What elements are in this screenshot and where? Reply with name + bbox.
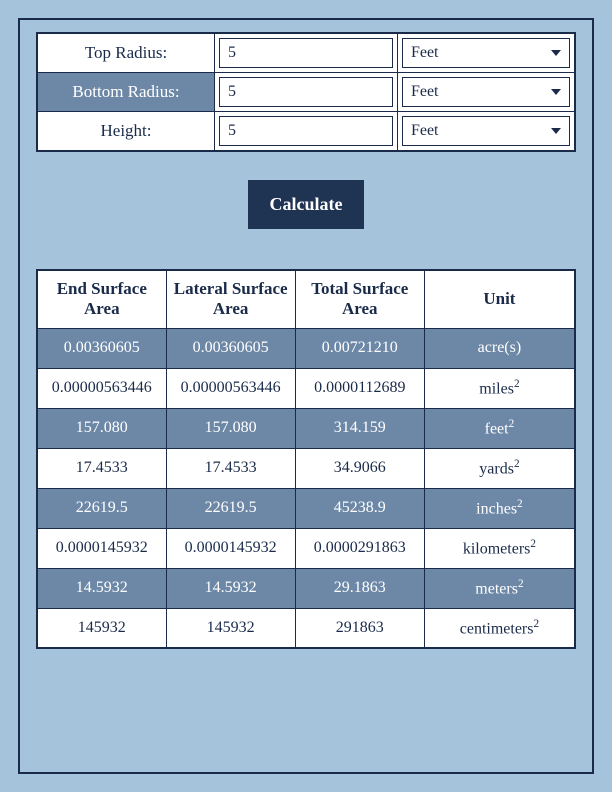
result-cell: 29.1863 xyxy=(295,568,424,608)
header-lateral-surface: Lateral Surface Area xyxy=(166,270,295,328)
unit-cell: miles2 xyxy=(424,368,575,408)
form-input-cell xyxy=(215,33,398,73)
unit-select[interactable]: Feet xyxy=(402,116,570,146)
unit-cell: meters2 xyxy=(424,568,575,608)
header-end-surface: End Surface Area xyxy=(37,270,166,328)
result-cell: 34.9066 xyxy=(295,448,424,488)
table-row: 157.080157.080314.159feet2 xyxy=(37,408,575,448)
result-cell: 0.00000563446 xyxy=(166,368,295,408)
exponent: 2 xyxy=(517,498,523,510)
exponent: 2 xyxy=(509,418,515,430)
value-input[interactable] xyxy=(219,38,393,68)
result-cell: 0.000029186​3 xyxy=(295,528,424,568)
header-unit: Unit xyxy=(424,270,575,328)
result-cell: 0.00721210 xyxy=(295,328,424,368)
result-cell: 314.159 xyxy=(295,408,424,448)
result-cell: 0.00360605 xyxy=(166,328,295,368)
result-cell: 45238.9 xyxy=(295,488,424,528)
table-row: 145932145932291863centimeters2 xyxy=(37,608,575,648)
table-row: 22619.522619.545238.9inches2 xyxy=(37,488,575,528)
form-input-cell xyxy=(215,112,398,152)
result-cell: 22619.5 xyxy=(37,488,166,528)
result-cell: 291863 xyxy=(295,608,424,648)
exponent: 2 xyxy=(514,378,520,390)
form-label: Top Radius: xyxy=(37,33,215,73)
result-cell: 22619.5 xyxy=(166,488,295,528)
result-cell: 157.080 xyxy=(37,408,166,448)
result-cell: 145932 xyxy=(37,608,166,648)
form-label: Bottom Radius: xyxy=(37,73,215,112)
unit-cell: centimeters2 xyxy=(424,608,575,648)
table-row: 0.000005634460.000005634460.0000112689mi… xyxy=(37,368,575,408)
form-unit-cell: Feet xyxy=(397,112,575,152)
table-row: 14.593214.593229.1863meters2 xyxy=(37,568,575,608)
result-cell: 0.00360605 xyxy=(37,328,166,368)
chevron-down-icon xyxy=(551,89,561,95)
unit-select-value: Feet xyxy=(411,83,439,101)
unit-cell: inches2 xyxy=(424,488,575,528)
unit-select[interactable]: Feet xyxy=(402,77,570,107)
unit-cell: yards2 xyxy=(424,448,575,488)
value-input[interactable] xyxy=(219,116,393,146)
header-total-surface: Total Surface Area xyxy=(295,270,424,328)
result-cell: 0.0000112689 xyxy=(295,368,424,408)
result-cell: 17.4533 xyxy=(37,448,166,488)
calculate-button-wrap: Calculate xyxy=(36,180,576,229)
unit-cell: acre(s) xyxy=(424,328,575,368)
results-table: End Surface Area Lateral Surface Area To… xyxy=(36,269,576,649)
calculator-panel: Top Radius:FeetBottom Radius:FeetHeight:… xyxy=(18,18,594,774)
result-cell: 17.4533 xyxy=(166,448,295,488)
form-unit-cell: Feet xyxy=(397,73,575,112)
chevron-down-icon xyxy=(551,128,561,134)
results-header-row: End Surface Area Lateral Surface Area To… xyxy=(37,270,575,328)
table-row: 17.453317.453334.9066yards2 xyxy=(37,448,575,488)
table-row: 0.000014593​20.000014593​20.000029186​3k… xyxy=(37,528,575,568)
result-cell: 0.00000563446 xyxy=(37,368,166,408)
result-cell: 157.080 xyxy=(166,408,295,448)
form-unit-cell: Feet xyxy=(397,33,575,73)
form-input-cell xyxy=(215,73,398,112)
form-row: Top Radius: Feet xyxy=(37,33,575,73)
calculate-button[interactable]: Calculate xyxy=(248,180,365,229)
form-row: Bottom Radius: Feet xyxy=(37,73,575,112)
form-label: Height: xyxy=(37,112,215,152)
exponent: 2 xyxy=(514,458,520,470)
table-row: 0.003606050.003606050.00721210acre(s) xyxy=(37,328,575,368)
unit-cell: kilometers2 xyxy=(424,528,575,568)
chevron-down-icon xyxy=(551,50,561,56)
unit-select-value: Feet xyxy=(411,122,439,140)
input-form: Top Radius:FeetBottom Radius:FeetHeight:… xyxy=(36,32,576,152)
form-row: Height: Feet xyxy=(37,112,575,152)
result-cell: 0.000014593​2 xyxy=(37,528,166,568)
value-input[interactable] xyxy=(219,77,393,107)
unit-cell: feet2 xyxy=(424,408,575,448)
unit-select-value: Feet xyxy=(411,44,439,62)
exponent: 2 xyxy=(533,618,539,630)
result-cell: 14.5932 xyxy=(37,568,166,608)
exponent: 2 xyxy=(530,538,536,550)
result-cell: 14.5932 xyxy=(166,568,295,608)
exponent: 2 xyxy=(518,578,524,590)
result-cell: 145932 xyxy=(166,608,295,648)
result-cell: 0.000014593​2 xyxy=(166,528,295,568)
unit-select[interactable]: Feet xyxy=(402,38,570,68)
